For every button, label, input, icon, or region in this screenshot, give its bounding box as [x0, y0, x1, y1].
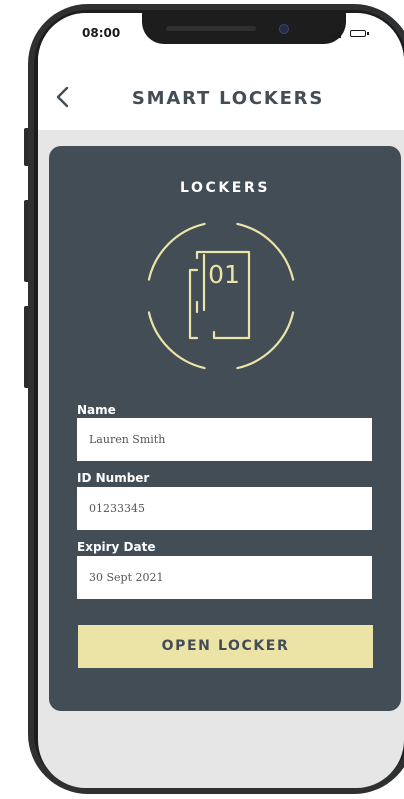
expiry-date-field[interactable]: 30 Sept 2021 — [77, 556, 372, 599]
name-label: Name — [77, 403, 116, 417]
open-locker-button[interactable]: OPEN LOCKER — [78, 625, 373, 668]
id-number-label: ID Number — [77, 471, 150, 485]
locker-card: LOCKERS 01 Name Lauren Smith ID Number 0… — [49, 146, 401, 711]
expiry-date-label: Expiry Date — [77, 540, 156, 554]
page-title: SMART LOCKERS — [131, 88, 325, 109]
name-field[interactable]: Lauren Smith — [77, 418, 372, 461]
phone-notch — [142, 13, 346, 44]
emblem-number: 01 — [208, 260, 240, 289]
phone-screen: 08:00 SMART LOCKERS LOCKERS 01 Name Laur… — [38, 13, 404, 788]
front-camera — [279, 24, 289, 34]
status-bar: 08:00 — [38, 13, 404, 69]
signal-icon — [330, 30, 344, 38]
locker-emblem-icon: 01 — [147, 222, 295, 370]
app-header: SMART LOCKERS — [38, 69, 404, 130]
battery-icon — [350, 30, 369, 37]
speaker-grille — [166, 26, 256, 31]
card-title: LOCKERS — [179, 180, 271, 196]
id-number-field[interactable]: 01233345 — [77, 487, 372, 530]
status-time: 08:00 — [82, 26, 121, 40]
